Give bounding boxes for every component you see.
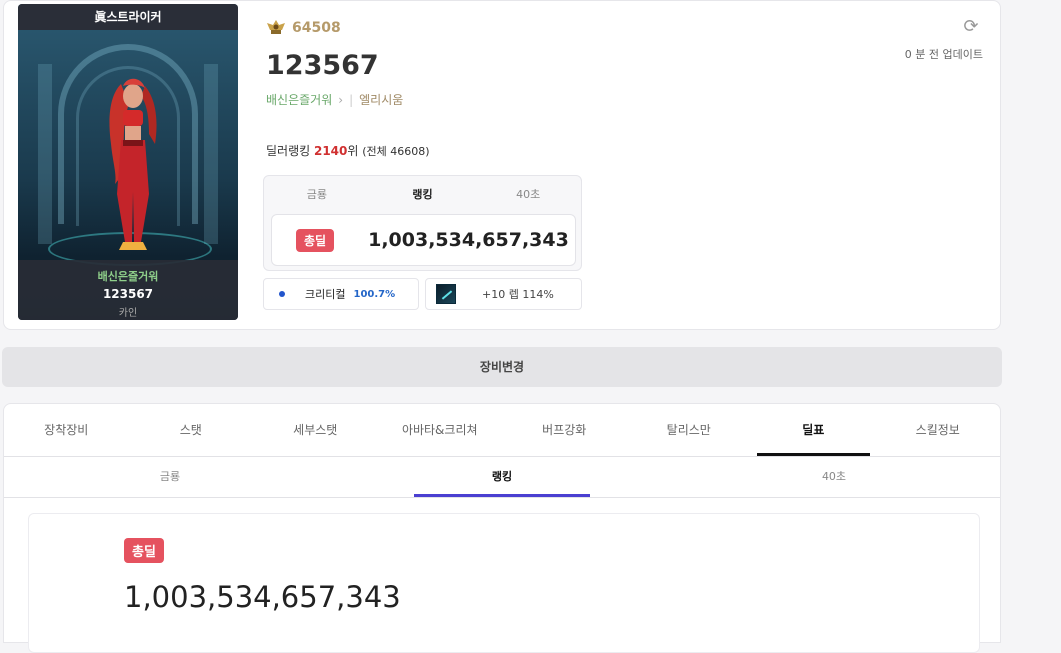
tab-skill-info[interactable]: 스킬정보 [876,404,1001,456]
main-tabs: 장착장비 스탯 세부스탯 아바타&크리쳐 버프강화 탈리스만 딜표 스킬정보 [4,404,1000,457]
equip-change-button[interactable]: 장비변경 [2,347,1002,387]
portrait-footer: 배신은즐거워 123567 카인 [18,260,238,320]
character-sprite [109,78,157,250]
sub-tabs: 금룡 랭킹 40초 [4,457,1000,498]
portrait-job-title: 眞스트라이커 [18,4,238,30]
summary-tab-golden-dragon[interactable]: 금룡 [264,186,370,202]
pillar-right [204,64,218,244]
chevron-right-icon: › [338,92,344,107]
tab-equipment[interactable]: 장착장비 [4,404,129,456]
item-icon [436,284,456,304]
divider: | [349,92,354,107]
character-name: 123567 [266,50,379,81]
subtab-ranking[interactable]: 랭킹 [336,457,668,497]
tab-avatar-creature[interactable]: 아바타&크리쳐 [378,404,503,456]
fame-display: 64508 [266,19,341,37]
tab-stats[interactable]: 스탯 [129,404,254,456]
damage-result-panel: 총딜 1,003,534,657,343 [28,513,980,653]
fame-crest-icon [267,20,285,34]
total-damage-value: 1,003,534,657,343 [368,229,569,251]
portrait-name: 123567 [102,287,154,301]
total-damage-badge: 총딜 [296,228,335,252]
update-time: 0 분 전 업데이트 [904,48,983,61]
ranking-label: 딜러랭킹 [266,144,314,158]
item-stat-chip: +10 렙 114% [425,278,582,310]
ranking-suffix: 위 [347,144,363,158]
result-total-badge: 총딜 [124,538,164,563]
guild-link[interactable]: 배신은즐거워 [266,91,332,108]
deal-summary-box: 금룡 랭킹 40초 총딜 1,003,534,657,343 [263,175,582,271]
result-total-value: 1,003,534,657,343 [124,580,401,614]
ranking-total: (전체 46608) [362,145,430,158]
portrait-server: 카인 [118,308,138,319]
pillar-left [38,64,52,244]
crit-stat-chip: 크리티컬 100.7% [263,278,419,310]
detail-tab-card: 장착장비 스탯 세부스탯 아바타&크리쳐 버프강화 탈리스만 딜표 스킬정보 금… [3,403,1001,653]
character-portrait[interactable]: 眞스트라이커 배신은즐거워 123567 카인 [18,4,238,320]
tab-talisman[interactable]: 탈리스만 [627,404,752,456]
refresh-icon[interactable]: ⟳ [961,16,981,37]
deal-summary-tabs: 금룡 랭킹 40초 [264,176,581,212]
item-text: +10 렙 114% [482,288,554,301]
deal-summary-value-card: 총딜 1,003,534,657,343 [271,214,576,266]
fame-value: 64508 [292,20,341,36]
subtab-40s[interactable]: 40초 [668,457,1000,497]
subtab-golden-dragon[interactable]: 금룡 [4,457,336,497]
tab-damage-table[interactable]: 딜표 [751,404,876,456]
tab-detail-stats[interactable]: 세부스탯 [253,404,378,456]
dealer-ranking: 딜러랭킹 2140위 (전체 46608) [266,142,430,159]
ranking-number: 2140 [313,144,348,158]
crit-value: 100.7% [353,288,396,300]
tab-buff[interactable]: 버프강화 [502,404,627,456]
crit-label: 크리티컬 [305,288,346,301]
guild-server-row: 배신은즐거워 › | 엘리시움 [266,91,403,108]
summary-tab-ranking[interactable]: 랭킹 [370,186,476,202]
portrait-guild: 배신은즐거워 [97,270,159,283]
crit-dot-icon [279,291,285,297]
summary-tab-40s[interactable]: 40초 [475,186,581,202]
server-name: 엘리시움 [359,93,404,107]
